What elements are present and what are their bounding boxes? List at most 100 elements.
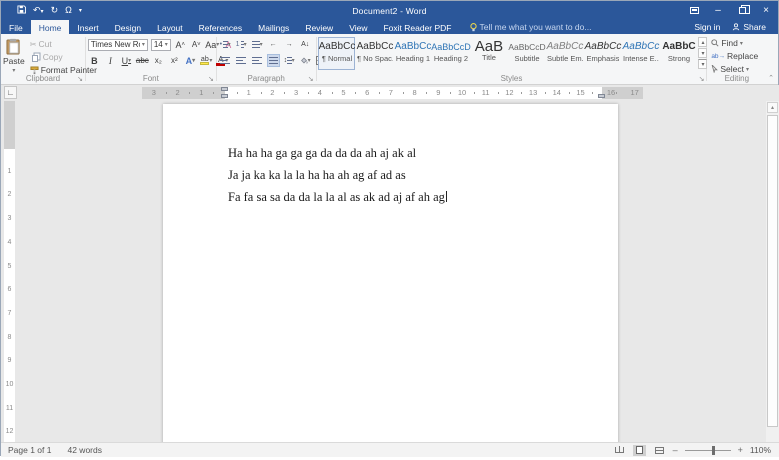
multilevel-list-button[interactable]: ▾ [251, 38, 264, 51]
shrink-font-button[interactable]: A ˅ [190, 38, 203, 51]
styles-more-icon[interactable]: ▾ [698, 59, 708, 69]
find-button[interactable]: Find ▾ [709, 37, 764, 49]
left-indent-marker[interactable] [221, 94, 228, 98]
style-sample: AaB [474, 38, 504, 55]
style-heading-2[interactable]: AaBbCcD Heading 2 [431, 37, 471, 70]
redo-icon[interactable]: ↻ [51, 6, 59, 15]
ribbon-display-options-button[interactable] [682, 1, 706, 20]
shading-button[interactable]: ▾ [299, 54, 312, 67]
sign-in-link[interactable]: Sign in [694, 22, 720, 32]
align-right-button[interactable] [251, 54, 264, 67]
tab-layout[interactable]: Layout [149, 20, 191, 34]
tab-selector-button[interactable]: ∟ [4, 86, 17, 99]
collapse-ribbon-icon[interactable]: ⌃ [768, 74, 774, 82]
align-center-button[interactable] [235, 54, 248, 67]
subscript-button[interactable]: x₂ [152, 54, 165, 67]
horizontal-ruler[interactable]: 3 2 1 1 2 3 4 5 6 7 8 9 10 11 12 13 14 15 16 17 [142, 87, 643, 99]
strikethrough-button[interactable]: abc [136, 54, 149, 67]
text-line[interactable]: Fa fa sa sa da da la la al as ak ad aj a… [228, 189, 447, 211]
insert-symbol-icon[interactable]: Ω [65, 6, 72, 15]
tab-insert[interactable]: Insert [69, 20, 106, 34]
text-line[interactable]: Ha ha ha ga ga ga da da da ah aj ak al [228, 145, 447, 167]
scrollbar-thumb[interactable] [767, 115, 778, 427]
zoom-slider[interactable] [684, 445, 731, 455]
replace-button[interactable]: ab→ Replace [709, 50, 764, 62]
page-count-indicator[interactable]: Page 1 of 1 [8, 445, 51, 455]
style-heading-1[interactable]: AaBbCc Heading 1 [394, 37, 432, 70]
clipboard-dialog-launcher[interactable]: ↘ [77, 76, 83, 83]
tab-home[interactable]: Home [30, 20, 70, 34]
paste-button[interactable]: Paste ▾ [3, 36, 25, 76]
style-name: Subtle Em... [546, 54, 583, 63]
vertical-scrollbar[interactable]: ▴ [766, 101, 779, 442]
styles-scroll-down-icon[interactable]: ▾ [698, 48, 708, 58]
zoom-out-button[interactable]: – [673, 445, 678, 455]
paragraph-dialog-launcher[interactable]: ↘ [308, 76, 314, 83]
document-page[interactable]: Ha ha ha ga ga ga da da da ah aj ak al Ja… [163, 104, 618, 442]
bold-button[interactable]: B [88, 54, 101, 67]
undo-icon[interactable]: ↶▾ [33, 6, 44, 16]
document-text[interactable]: Ha ha ha ga ga ga da da da ah aj ak al Ja… [228, 145, 447, 211]
style-no-spac[interactable]: AaBbCc ¶ No Spac... [356, 37, 394, 70]
customize-qat-icon[interactable]: ▾ [79, 8, 82, 14]
read-mode-button[interactable] [613, 445, 626, 456]
decrease-indent-button[interactable]: ← [267, 38, 280, 51]
line-spacing-button[interactable]: ↕ ▾ [283, 54, 296, 67]
superscript-button[interactable]: x² [168, 54, 181, 67]
tab-foxit-reader-pdf[interactable]: Foxit Reader PDF [375, 20, 459, 34]
tab-references[interactable]: References [191, 20, 250, 34]
tab-mailings[interactable]: Mailings [250, 20, 297, 34]
scroll-up-icon[interactable]: ▴ [767, 102, 778, 113]
zoom-slider-thumb[interactable] [711, 445, 715, 455]
align-left-button[interactable] [219, 54, 232, 67]
word-count-indicator[interactable]: 42 words [67, 445, 102, 455]
style-title[interactable]: AaB Title [470, 37, 507, 70]
share-button[interactable]: Share [732, 22, 766, 32]
sort-button[interactable]: A↓ [299, 38, 312, 51]
text-effects-button[interactable]: A ▾ [184, 54, 197, 67]
style-subtitle[interactable]: AaBbCcD Subtitle [508, 37, 545, 70]
justify-button[interactable] [266, 54, 280, 67]
right-indent-marker[interactable] [598, 94, 605, 98]
tab-review[interactable]: Review [297, 20, 341, 34]
zoom-level-indicator[interactable]: 110% [750, 445, 771, 455]
paste-dropdown-icon[interactable]: ▾ [12, 67, 15, 74]
tab-file[interactable]: File [1, 20, 31, 34]
tell-me-box[interactable]: Tell me what you want to do... [460, 20, 591, 34]
web-layout-button[interactable] [653, 445, 666, 456]
tab-design[interactable]: Design [107, 20, 149, 34]
highlight-button[interactable]: ab ▾ [200, 54, 213, 67]
style-name: ¶ Normal [321, 54, 353, 63]
font-dialog-launcher[interactable]: ↘ [208, 76, 214, 83]
first-line-indent-marker[interactable] [221, 87, 228, 91]
font-size-combo[interactable]: 14 ▾ [150, 38, 171, 51]
print-layout-button[interactable] [632, 444, 646, 456]
tab-view[interactable]: View [341, 20, 375, 34]
vertical-ruler[interactable]: 1 2 3 4 5 6 7 8 9 10 11 12 [4, 101, 15, 442]
title-bar: ↶▾ ↻ Ω ▾ Document2 - Word – × [1, 1, 778, 20]
zoom-in-button[interactable]: + [738, 445, 743, 455]
restore-button[interactable] [730, 1, 754, 20]
increase-indent-button[interactable]: → [283, 38, 296, 51]
styles-scroll-up-icon[interactable]: ▴ [698, 37, 708, 47]
ruler-number: 12 [505, 88, 514, 97]
style-subtle-em[interactable]: AaBbCc Subtle Em... [546, 37, 584, 70]
underline-button[interactable]: U ▾ [120, 54, 133, 67]
style-normal[interactable]: AaBbCc ¶ Normal [318, 37, 356, 70]
text-line[interactable]: Ja ja ka ka la la ha ha ah ag af ad as [228, 167, 447, 189]
ruler-number: 5 [7, 262, 12, 270]
cut-label: Cut [38, 39, 52, 49]
save-icon[interactable] [17, 4, 26, 17]
grow-font-button[interactable]: A ˄ [174, 38, 187, 51]
font-name-combo[interactable]: Times New Ro ▾ [87, 38, 148, 51]
styles-dialog-launcher[interactable]: ↘ [699, 76, 705, 83]
style-strong[interactable]: AaBbC Strong [660, 37, 697, 70]
close-button[interactable]: × [754, 1, 778, 20]
bullets-button[interactable]: • ▾ [219, 38, 232, 51]
minimize-button[interactable]: – [706, 1, 730, 20]
style-intense-e[interactable]: AaBbCc Intense E... [622, 37, 660, 70]
editing-group-label: Editing [724, 74, 750, 83]
italic-button[interactable]: I [104, 54, 117, 67]
numbering-button[interactable]: 1 ▾ [235, 38, 248, 51]
style-emphasis[interactable]: AaBbCc Emphasis [584, 37, 622, 70]
